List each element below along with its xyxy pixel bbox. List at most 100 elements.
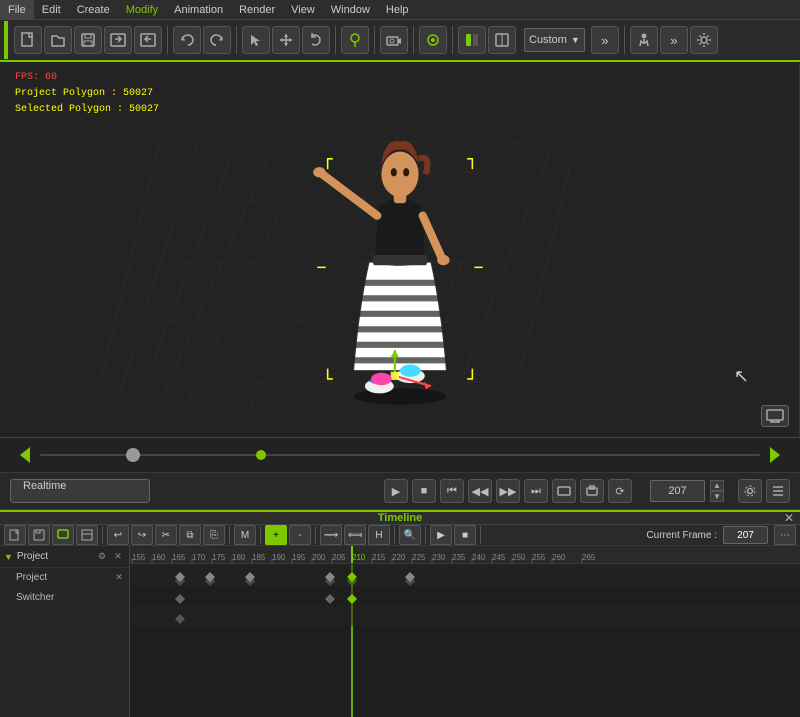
svg-text:155: 155 <box>132 553 146 562</box>
play-button[interactable]: ▶ <box>384 479 408 503</box>
extra-tool-button[interactable]: » <box>660 26 688 54</box>
svg-text:165: 165 <box>172 553 186 562</box>
tl-cut-button[interactable]: ✂ <box>155 525 177 545</box>
tl-redo-button[interactable]: ↪ <box>131 525 153 545</box>
step-forward-button[interactable]: ▶▶ <box>496 479 520 503</box>
frame-down-button[interactable]: ▼ <box>710 491 724 502</box>
scrubber-left-marker[interactable] <box>20 447 30 463</box>
import-button[interactable] <box>104 26 132 54</box>
menu-bar: File Edit Create Modify Animation Render… <box>0 0 800 20</box>
rotate-tool-button[interactable] <box>302 26 330 54</box>
camera-button[interactable] <box>380 26 408 54</box>
character-tool-button[interactable] <box>630 26 658 54</box>
tl-key-button[interactable]: M <box>234 525 256 545</box>
frame-up-button[interactable]: ▲ <box>710 480 724 491</box>
svg-text:255: 255 <box>532 553 546 562</box>
tl-add-key-button[interactable]: + <box>265 525 287 545</box>
svg-text:235: 235 <box>452 553 466 562</box>
tl-file-button[interactable] <box>4 525 26 545</box>
track-expand-icon: ▼ <box>4 552 13 562</box>
tl-settings-button[interactable]: ⋯ <box>774 525 796 545</box>
sep5 <box>413 26 414 54</box>
step-end-button[interactable]: ⏭ <box>524 479 548 503</box>
redo-button[interactable] <box>203 26 231 54</box>
svg-text:195: 195 <box>292 553 306 562</box>
tl-delete-button[interactable]: ⟽ <box>344 525 366 545</box>
tl-more-button[interactable]: H <box>368 525 390 545</box>
sub-track-project[interactable]: Project ✕ <box>0 568 129 588</box>
new-file-button[interactable] <box>14 26 42 54</box>
paint-tool-button[interactable] <box>341 26 369 54</box>
render-preview-button[interactable] <box>419 26 447 54</box>
track-settings-icon[interactable]: ⚙ <box>95 550 109 564</box>
menu-edit[interactable]: Edit <box>34 0 69 19</box>
menu-file[interactable]: File <box>0 0 34 19</box>
menu-modify[interactable]: Modify <box>118 0 166 19</box>
extra-play-button[interactable]: ⟳ <box>608 479 632 503</box>
tl-insert-button[interactable]: ⟿ <box>320 525 342 545</box>
scrubber-right-marker[interactable] <box>770 447 780 463</box>
layout-dropdown[interactable]: Custom ▼ <box>524 28 585 52</box>
tl-zoom-in-button[interactable]: 🔍 <box>399 525 421 545</box>
sep4 <box>374 26 375 54</box>
track-close-icon[interactable]: ✕ <box>111 550 125 564</box>
tl-viewport-button[interactable] <box>52 525 74 545</box>
select-tool-button[interactable] <box>242 26 270 54</box>
fps-counter: FPS: 60 <box>15 70 159 86</box>
menu-help[interactable]: Help <box>378 0 417 19</box>
menu-view[interactable]: View <box>283 0 323 19</box>
expand-toolbar-button[interactable]: » <box>591 26 619 54</box>
frame-number-input[interactable] <box>650 480 705 502</box>
tl-copy-button[interactable]: ⧉ <box>179 525 201 545</box>
tl-layout-button[interactable] <box>76 525 98 545</box>
svg-text:185: 185 <box>252 553 266 562</box>
settings-button[interactable] <box>738 479 762 503</box>
menu-create[interactable]: Create <box>69 0 118 19</box>
timeline-title: Timeline <box>378 512 422 524</box>
marks-icon <box>771 484 785 498</box>
viewport1-button[interactable] <box>458 26 486 54</box>
keyframe-area[interactable] <box>130 564 800 717</box>
menu-animation[interactable]: Animation <box>166 0 231 19</box>
timeline-ruler[interactable]: 155 160 165 170 175 180 185 <box>130 546 800 564</box>
sub-track-close-icon[interactable]: ✕ <box>113 572 125 584</box>
svg-text:210: 210 <box>352 553 366 562</box>
move-tool-button[interactable] <box>272 26 300 54</box>
svg-text:160: 160 <box>152 553 166 562</box>
scrubber-handle[interactable] <box>126 448 140 462</box>
scrubber-line <box>40 454 760 456</box>
viewport-panel[interactable]: FPS: 60 Project Polygon : 50027 Selected… <box>0 62 800 437</box>
realtime-button[interactable]: Realtime <box>10 479 150 503</box>
sub-track-project-label: Project <box>16 572 113 583</box>
ruler-svg: 155 160 165 170 175 180 185 <box>130 546 800 564</box>
stop-button[interactable]: ■ <box>412 479 436 503</box>
sub-track-switcher[interactable]: Switcher <box>0 588 129 608</box>
project-track-header[interactable]: ▼ Project ⚙ ✕ <box>0 546 129 568</box>
tl-remove-key-button[interactable]: - <box>289 525 311 545</box>
undo-button[interactable] <box>173 26 201 54</box>
timeline-close-button[interactable]: ✕ <box>784 511 794 525</box>
timeline-toolbar: ↩ ↪ ✂ ⧉ ⎘ M + - ⟿ ⟽ H 🔍 ▶ ■ Current Fram… <box>0 525 800 546</box>
save-file-button[interactable] <box>74 26 102 54</box>
export-button[interactable] <box>134 26 162 54</box>
viewport-overlay-icon[interactable] <box>761 405 789 427</box>
step-start-button[interactable]: ⏮ <box>440 479 464 503</box>
menu-render[interactable]: Render <box>231 0 283 19</box>
marks-button[interactable] <box>766 479 790 503</box>
scrubber-track[interactable] <box>40 454 760 456</box>
tl-save-button[interactable] <box>28 525 50 545</box>
step-back-button[interactable]: ◀◀ <box>468 479 492 503</box>
tool-settings-button[interactable] <box>690 26 718 54</box>
capture-button[interactable] <box>580 479 604 503</box>
viewport2-button[interactable] <box>488 26 516 54</box>
menu-window[interactable]: Window <box>323 0 378 19</box>
svg-text:220: 220 <box>392 553 406 562</box>
open-file-button[interactable] <box>44 26 72 54</box>
screen-icon <box>766 409 784 423</box>
tl-play-button[interactable]: ▶ <box>430 525 452 545</box>
current-frame-input[interactable] <box>723 526 768 544</box>
loop-button[interactable] <box>552 479 576 503</box>
tl-stop-button[interactable]: ■ <box>454 525 476 545</box>
tl-undo-button[interactable]: ↩ <box>107 525 129 545</box>
tl-paste-button[interactable]: ⎘ <box>203 525 225 545</box>
